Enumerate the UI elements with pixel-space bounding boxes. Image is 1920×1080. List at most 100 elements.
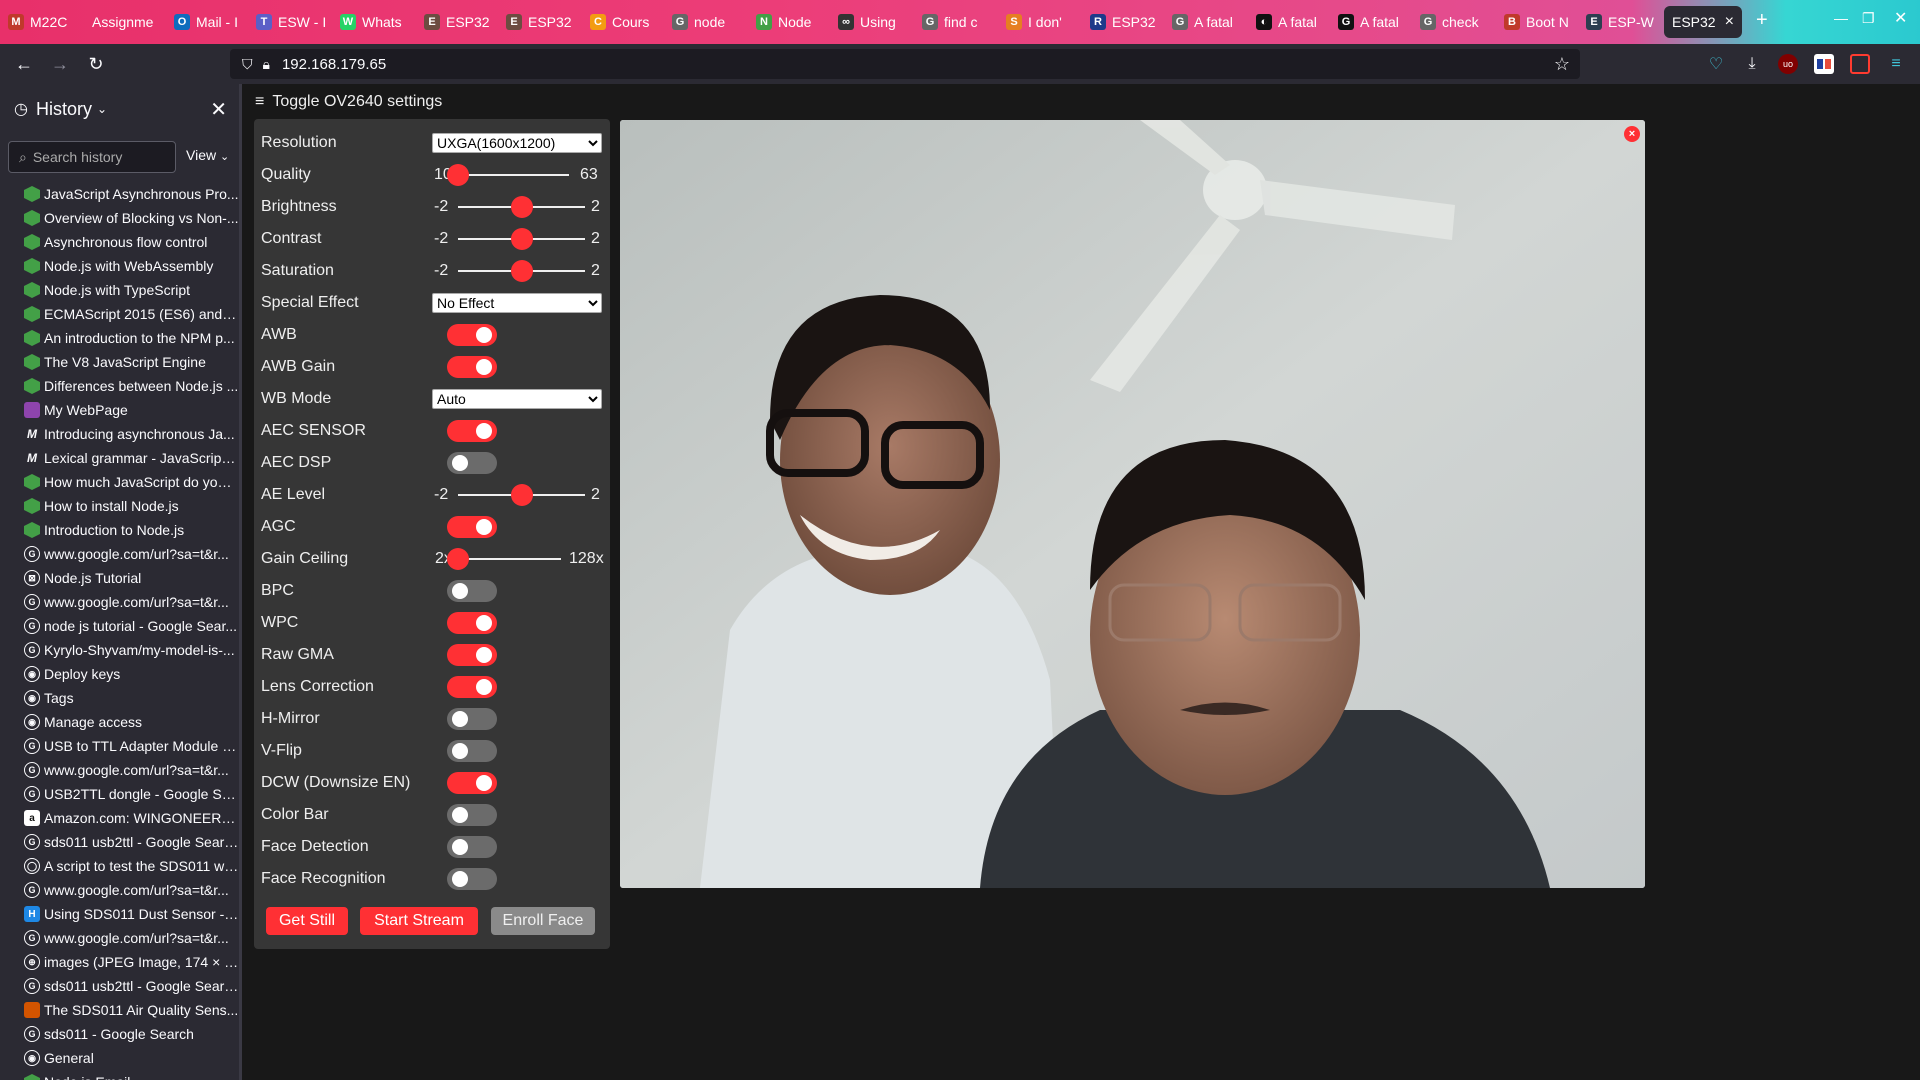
pocket-icon[interactable]: ♡ bbox=[1706, 54, 1726, 74]
ublock-icon[interactable]: uo bbox=[1778, 54, 1798, 74]
lock-icon[interactable]: 🔒︎ bbox=[263, 56, 270, 73]
tab-10[interactable]: N Node bbox=[756, 9, 832, 35]
new-tab-button[interactable]: + bbox=[1756, 9, 1768, 32]
toggle-settings[interactable]: ≡ Toggle OV2640 settings bbox=[255, 93, 442, 111]
tab-11[interactable]: ∞ Using bbox=[838, 9, 914, 35]
history-item[interactable]: Gwww.google.com/url?sa=t&r... bbox=[0, 542, 239, 566]
close-tab-icon[interactable]: × bbox=[1725, 13, 1734, 31]
history-item[interactable]: ◉ Manage access bbox=[0, 710, 239, 734]
tab-6[interactable]: E ESP32 bbox=[424, 9, 500, 35]
url-text[interactable]: 192.168.179.65 bbox=[282, 56, 386, 73]
history-item[interactable]: Node.js Email bbox=[0, 1070, 239, 1080]
minimize-icon[interactable]: — bbox=[1834, 10, 1848, 26]
contrast-slider-thumb[interactable] bbox=[510, 228, 533, 250]
raw-gma-toggle[interactable] bbox=[447, 644, 497, 666]
saturation-slider[interactable] bbox=[458, 260, 585, 282]
tab-8[interactable]: C Cours bbox=[590, 9, 666, 35]
gain-ceiling-slider[interactable] bbox=[447, 548, 561, 570]
tab-15[interactable]: G A fatal bbox=[1172, 9, 1248, 35]
forward-icon[interactable]: → bbox=[48, 52, 72, 76]
history-item[interactable]: ECMAScript 2015 (ES6) and b... bbox=[0, 302, 239, 326]
special-effect-select[interactable]: No Effect bbox=[432, 293, 602, 313]
get-still-button[interactable]: Get Still bbox=[266, 907, 348, 935]
hmirror-toggle[interactable] bbox=[447, 708, 497, 730]
history-item[interactable]: Gwww.google.com/url?sa=t&r... bbox=[0, 926, 239, 950]
start-stream-button[interactable]: Start Stream bbox=[360, 907, 478, 935]
history-item[interactable]: An introduction to the NPM p... bbox=[0, 326, 239, 350]
history-item[interactable]: Gnode js tutorial - Google Sear... bbox=[0, 614, 239, 638]
agc-toggle[interactable] bbox=[447, 516, 497, 538]
history-item[interactable]: The SDS011 Air Quality Sens... bbox=[0, 998, 239, 1022]
history-item[interactable]: Gwww.google.com/url?sa=t&r... bbox=[0, 590, 239, 614]
tab-20[interactable]: E ESP-W bbox=[1586, 9, 1662, 35]
tab-17[interactable]: G A fatal bbox=[1338, 9, 1414, 35]
history-item[interactable]: Node.js with TypeScript bbox=[0, 278, 239, 302]
restore-icon[interactable]: ❐ bbox=[1862, 10, 1875, 27]
dcw-toggle[interactable] bbox=[447, 772, 497, 794]
aec-sensor-toggle[interactable] bbox=[447, 420, 497, 442]
history-item[interactable]: G USB to TTL Adapter Module - ... bbox=[0, 734, 239, 758]
history-item[interactable]: G USB2TTL dongle - Google Se... bbox=[0, 782, 239, 806]
tab-19[interactable]: B Boot N bbox=[1504, 9, 1580, 35]
brightness-slider[interactable] bbox=[458, 196, 585, 218]
reload-icon[interactable]: ↻ bbox=[84, 52, 108, 76]
history-item[interactable]: Differences between Node.js ... bbox=[0, 374, 239, 398]
quality-slider-thumb[interactable] bbox=[447, 164, 469, 186]
quality-slider[interactable] bbox=[447, 164, 569, 186]
view-menu-button[interactable]: View ⌄ bbox=[186, 147, 229, 163]
search-input[interactable] bbox=[32, 149, 163, 165]
history-item[interactable]: ◉ Tags bbox=[0, 686, 239, 710]
tab-14[interactable]: R ESP32 bbox=[1090, 9, 1166, 35]
lens-correction-toggle[interactable] bbox=[447, 676, 497, 698]
saturation-slider-thumb[interactable] bbox=[510, 260, 533, 282]
enroll-face-button[interactable]: Enroll Face bbox=[491, 907, 595, 935]
history-item[interactable]: Gwww.google.com/url?sa=t&r... bbox=[0, 758, 239, 782]
back-icon[interactable]: ← bbox=[12, 52, 36, 76]
extension-icon[interactable] bbox=[1814, 54, 1834, 74]
tab-9[interactable]: Gnode bbox=[672, 9, 748, 35]
history-item[interactable]: Gwww.google.com/url?sa=t&r... bbox=[0, 878, 239, 902]
history-item[interactable]: My WebPage bbox=[0, 398, 239, 422]
ae-level-slider[interactable] bbox=[458, 484, 585, 506]
history-item[interactable]: ◉ Deploy keys bbox=[0, 662, 239, 686]
bookmark-star-icon[interactable]: ☆ bbox=[1554, 54, 1570, 75]
history-item[interactable]: ⊕ images (JPEG Image, 174 × 1... bbox=[0, 950, 239, 974]
address-bar[interactable]: ⛉ 🔒︎ 192.168.179.65 ☆ bbox=[230, 49, 1580, 79]
close-stream-icon[interactable]: × bbox=[1624, 126, 1640, 142]
tab-12[interactable]: Gfind c bbox=[922, 9, 998, 35]
download-icon[interactable]: ⤓ bbox=[1742, 54, 1762, 74]
history-item[interactable]: ◯ A script to test the SDS011 wi... bbox=[0, 854, 239, 878]
tab-active[interactable]: ESP32 C × bbox=[1664, 6, 1742, 38]
history-item[interactable]: Node.js with WebAssembly bbox=[0, 254, 239, 278]
history-item[interactable]: H Using SDS011 Dust Sensor - ... bbox=[0, 902, 239, 926]
history-item[interactable]: ◉ General bbox=[0, 1046, 239, 1070]
close-window-icon[interactable]: ✕ bbox=[1894, 8, 1907, 28]
history-item[interactable]: How much JavaScript do you ... bbox=[0, 470, 239, 494]
tab-2[interactable]: Assignme bbox=[92, 9, 168, 35]
ae-level-slider-thumb[interactable] bbox=[510, 484, 533, 506]
search-history-field[interactable]: ⌕ bbox=[8, 141, 176, 173]
tab-16[interactable]: ◐ A fatal bbox=[1256, 9, 1332, 35]
history-item[interactable]: How to install Node.js bbox=[0, 494, 239, 518]
close-icon[interactable]: ✕ bbox=[210, 97, 227, 122]
history-item[interactable]: M Introducing asynchronous Ja... bbox=[0, 422, 239, 446]
face-recognition-toggle[interactable] bbox=[447, 868, 497, 890]
contrast-slider[interactable] bbox=[458, 228, 585, 250]
brightness-slider-thumb[interactable] bbox=[510, 196, 533, 218]
wpc-toggle[interactable] bbox=[447, 612, 497, 634]
history-item[interactable]: Overview of Blocking vs Non-... bbox=[0, 206, 239, 230]
wb-mode-select[interactable]: Auto bbox=[432, 389, 602, 409]
tab-3[interactable]: O Mail - I bbox=[174, 9, 250, 35]
tab-18[interactable]: Gcheck bbox=[1420, 9, 1496, 35]
history-item[interactable]: M Lexical grammar - JavaScript ... bbox=[0, 446, 239, 470]
resolution-select[interactable]: UXGA(1600x1200) bbox=[432, 133, 602, 153]
history-item[interactable]: Gsds011 usb2ttl - Google Search bbox=[0, 830, 239, 854]
history-item[interactable]: a Amazon.com: WINGONEER P... bbox=[0, 806, 239, 830]
aec-dsp-toggle[interactable] bbox=[447, 452, 497, 474]
menu-icon[interactable]: ≡ bbox=[1886, 54, 1906, 74]
awb-gain-toggle[interactable] bbox=[447, 356, 497, 378]
container-icon[interactable] bbox=[1850, 54, 1870, 74]
tab-5[interactable]: W Whats bbox=[340, 9, 416, 35]
chevron-down-icon[interactable]: ⌄ bbox=[97, 102, 107, 116]
history-item[interactable]: ⊠ Node.js Tutorial bbox=[0, 566, 239, 590]
